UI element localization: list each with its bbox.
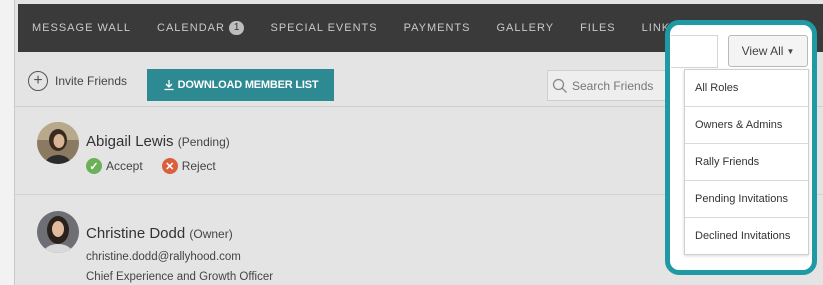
nav-special-events[interactable]: SPECIAL EVENTS [270, 22, 377, 34]
menu-item-declined-invitations[interactable]: Declined Invitations [685, 218, 808, 254]
check-icon: ✓ [86, 158, 102, 174]
member-role: (Owner) [189, 227, 233, 241]
menu-item-all-roles[interactable]: All Roles [685, 70, 808, 107]
menu-item-pending-invitations[interactable]: Pending Invitations [685, 181, 808, 218]
view-all-dropdown-button[interactable]: View All ▼ [728, 35, 808, 67]
nav-files[interactable]: FILES [580, 22, 616, 34]
accept-label: Accept [106, 159, 143, 173]
download-icon [164, 80, 174, 91]
avatar[interactable] [37, 122, 79, 164]
member-role: (Pending) [177, 135, 230, 149]
nav-calendar[interactable]: CALENDAR 1 [157, 21, 245, 35]
filter-input-fragment[interactable] [671, 35, 718, 68]
nav-calendar-label: CALENDAR [157, 22, 225, 34]
invite-friends-label: Invite Friends [55, 74, 128, 88]
search-placeholder: Search Friends [572, 78, 654, 93]
nav-gallery[interactable]: GALLERY [497, 22, 555, 34]
plus-circle-icon: + [28, 71, 48, 91]
reject-button[interactable]: ✕ Reject [161, 158, 216, 174]
accept-button[interactable]: ✓ Accept [86, 158, 143, 174]
reject-label: Reject [181, 159, 216, 173]
member-title: Chief Experience and Growth Officer [86, 271, 274, 283]
invitation-actions: ✓ Accept ✕ Reject [86, 158, 216, 174]
avatar[interactable] [37, 211, 79, 253]
view-all-label: View All [741, 44, 784, 58]
search-icon [552, 78, 567, 93]
caret-down-icon: ▼ [786, 46, 795, 56]
member-email[interactable]: christine.dodd@rallyhood.com [86, 251, 241, 263]
role-filter-menu: All Roles Owners & Admins Rally Friends … [684, 69, 809, 255]
download-label: DOWNLOAD MEMBER LIST [177, 79, 319, 91]
member-name[interactable]: Christine Dodd [86, 225, 185, 242]
menu-item-rally-friends[interactable]: Rally Friends [685, 144, 808, 181]
download-member-list-button[interactable]: DOWNLOAD MEMBER LIST [147, 69, 334, 101]
calendar-count-badge: 1 [228, 21, 245, 35]
menu-item-owners-admins[interactable]: Owners & Admins [685, 107, 808, 144]
search-input[interactable]: Search Friends [547, 70, 667, 101]
member-name-line: Christine Dodd (Owner) [86, 225, 233, 242]
invite-friends-button[interactable]: + Invite Friends [28, 71, 127, 91]
member-name[interactable]: Abigail Lewis [86, 133, 174, 150]
close-icon: ✕ [161, 158, 178, 174]
nav-payments[interactable]: PAYMENTS [404, 22, 471, 34]
nav-message-wall[interactable]: MESSAGE WALL [32, 22, 131, 34]
member-name-line: Abigail Lewis (Pending) [86, 133, 230, 150]
